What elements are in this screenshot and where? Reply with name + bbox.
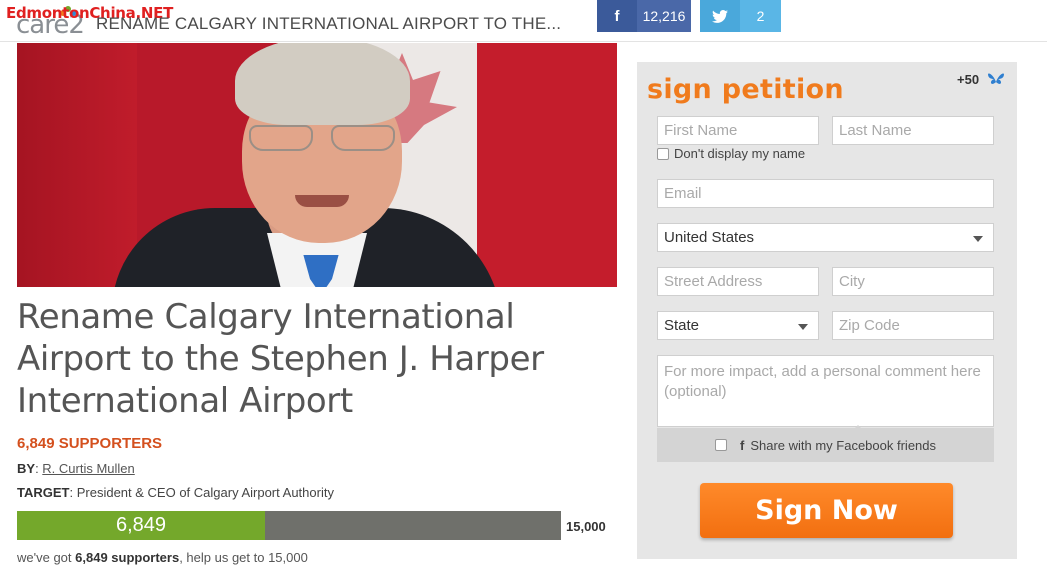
email-input[interactable]: Email bbox=[657, 179, 994, 208]
petition-photo bbox=[17, 43, 617, 287]
state-value: State bbox=[664, 317, 700, 334]
progress-current: 6,849 bbox=[115, 514, 167, 536]
twitter-share-count: 2 bbox=[756, 8, 765, 24]
hide-name-label: Don't display my name bbox=[674, 146, 806, 161]
supporter-count: 6,849 SUPPORTERS bbox=[17, 435, 163, 452]
street-address-input[interactable]: Street Address bbox=[657, 267, 819, 296]
target-label: TARGET bbox=[17, 485, 70, 500]
hide-name-checkbox[interactable] bbox=[657, 147, 669, 160]
chevron-down-icon bbox=[798, 324, 808, 330]
hide-name-row: Don't display my name bbox=[657, 146, 805, 161]
twitter-share-button[interactable]: 2 bbox=[700, 0, 781, 32]
by-label: BY bbox=[17, 461, 36, 476]
progress-goal: 15,000 bbox=[566, 519, 606, 534]
facebook-icon: f bbox=[597, 0, 637, 32]
zip-code-input[interactable]: Zip Code bbox=[832, 311, 994, 340]
facebook-share-button[interactable]: f 12,216 bbox=[597, 0, 691, 32]
first-name-input[interactable]: First Name bbox=[657, 116, 819, 145]
comment-textarea[interactable]: For more impact, add a personal comment … bbox=[657, 355, 994, 427]
country-value: United States bbox=[664, 229, 755, 246]
header-petition-title: RENAME CALGARY INTERNATIONAL AIRPORT TO … bbox=[96, 14, 562, 33]
sign-petition-panel: sign petition +50 First Name Last Name D… bbox=[637, 62, 1017, 559]
progress-bar: 6,849 bbox=[17, 511, 561, 540]
target-value: President & CEO of Calgary Airport Autho… bbox=[76, 485, 334, 500]
twitter-icon bbox=[700, 0, 740, 32]
last-name-input[interactable]: Last Name bbox=[832, 116, 994, 145]
progress-help-text: we've got 6,849 supporters, help us get … bbox=[17, 550, 308, 565]
petition-title: Rename Calgary International Airport to … bbox=[17, 297, 544, 421]
bonus-points: +50 bbox=[957, 72, 980, 87]
country-select[interactable]: United States bbox=[657, 223, 994, 252]
butterfly-icon bbox=[988, 73, 1004, 84]
city-input[interactable]: City bbox=[832, 267, 994, 296]
top-header: care2 EdmontonChina.NET RENAME CALGARY I… bbox=[0, 0, 1047, 42]
facebook-icon: f bbox=[739, 437, 745, 453]
state-select[interactable]: State bbox=[657, 311, 819, 340]
facebook-share-option[interactable]: f Share with my Facebook friends bbox=[657, 428, 994, 462]
petition-target: TARGET: President & CEO of Calgary Airpo… bbox=[17, 485, 334, 500]
petition-author: BY: R. Curtis Mullen bbox=[17, 461, 135, 476]
sign-petition-heading: sign petition bbox=[647, 74, 844, 105]
facebook-share-label: Share with my Facebook friends bbox=[750, 437, 937, 453]
progress-bar-fill: 6,849 bbox=[17, 511, 265, 540]
sign-now-button[interactable]: Sign Now bbox=[700, 483, 953, 538]
facebook-share-count: 12,216 bbox=[642, 8, 686, 24]
facebook-share-checkbox[interactable] bbox=[714, 439, 727, 451]
author-link[interactable]: R. Curtis Mullen bbox=[42, 461, 134, 476]
chevron-down-icon bbox=[973, 236, 983, 242]
